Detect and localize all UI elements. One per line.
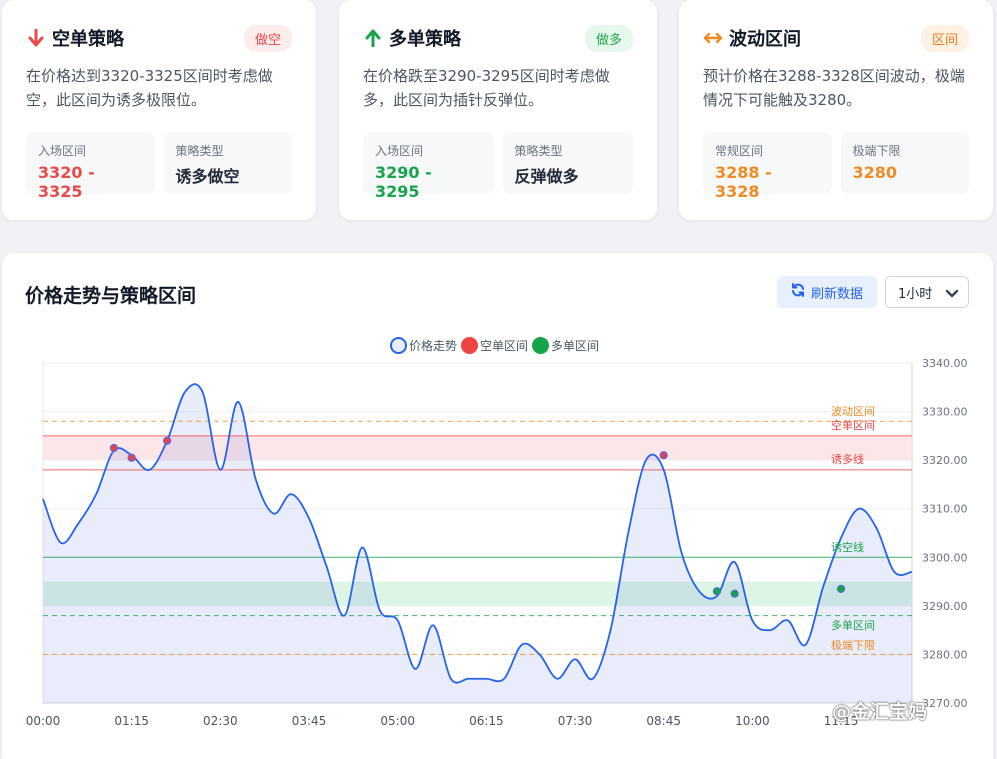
data-point-marker bbox=[127, 453, 136, 462]
reference-line-label: 诱多线 bbox=[831, 452, 864, 466]
y-tick-label: 3290.00 bbox=[922, 600, 968, 613]
y-tick-label: 3320.00 bbox=[922, 454, 968, 467]
x-tick-label: 02:30 bbox=[203, 714, 238, 728]
data-point-marker bbox=[836, 584, 846, 593]
reference-line-label: 诱空线 bbox=[831, 540, 864, 554]
x-tick-label: 10:00 bbox=[735, 714, 770, 728]
y-tick-label: 3340.00 bbox=[922, 357, 968, 370]
x-tick-label: 08:45 bbox=[646, 714, 681, 728]
data-point-marker bbox=[730, 589, 739, 598]
x-tick-label: 06:15 bbox=[469, 714, 504, 728]
data-point-marker bbox=[163, 436, 172, 445]
y-tick-label: 3310.00 bbox=[922, 503, 968, 516]
data-point-marker bbox=[659, 451, 668, 460]
reference-line-label: 极端下限 bbox=[831, 638, 875, 652]
data-point-marker bbox=[712, 587, 722, 596]
x-tick-label: 05:00 bbox=[380, 714, 415, 728]
y-tick-label: 3330.00 bbox=[922, 406, 968, 419]
y-tick-label: 3300.00 bbox=[922, 551, 968, 564]
y-tick-label: 3270.00 bbox=[922, 697, 968, 710]
watermark: @金汇宝妈 bbox=[832, 697, 927, 724]
x-tick-label: 01:15 bbox=[114, 714, 149, 728]
reference-line-label: 多单区间 bbox=[831, 618, 875, 632]
x-tick-label: 00:00 bbox=[26, 714, 61, 728]
data-point-marker bbox=[109, 443, 119, 453]
x-tick-label: 03:45 bbox=[292, 714, 327, 728]
reference-line-label: 波动区间 bbox=[831, 405, 875, 418]
reference-line-label: 空单区间 bbox=[831, 418, 875, 432]
y-tick-label: 3280.00 bbox=[922, 648, 968, 661]
watermark-text: @金汇宝妈 bbox=[832, 701, 928, 723]
price-area-fill bbox=[43, 384, 912, 703]
x-tick-label: 07:30 bbox=[558, 714, 593, 728]
price-chart: 3270.00 3280.00 3290.00 3300.00 3310.00 3320.… bbox=[26, 357, 968, 728]
